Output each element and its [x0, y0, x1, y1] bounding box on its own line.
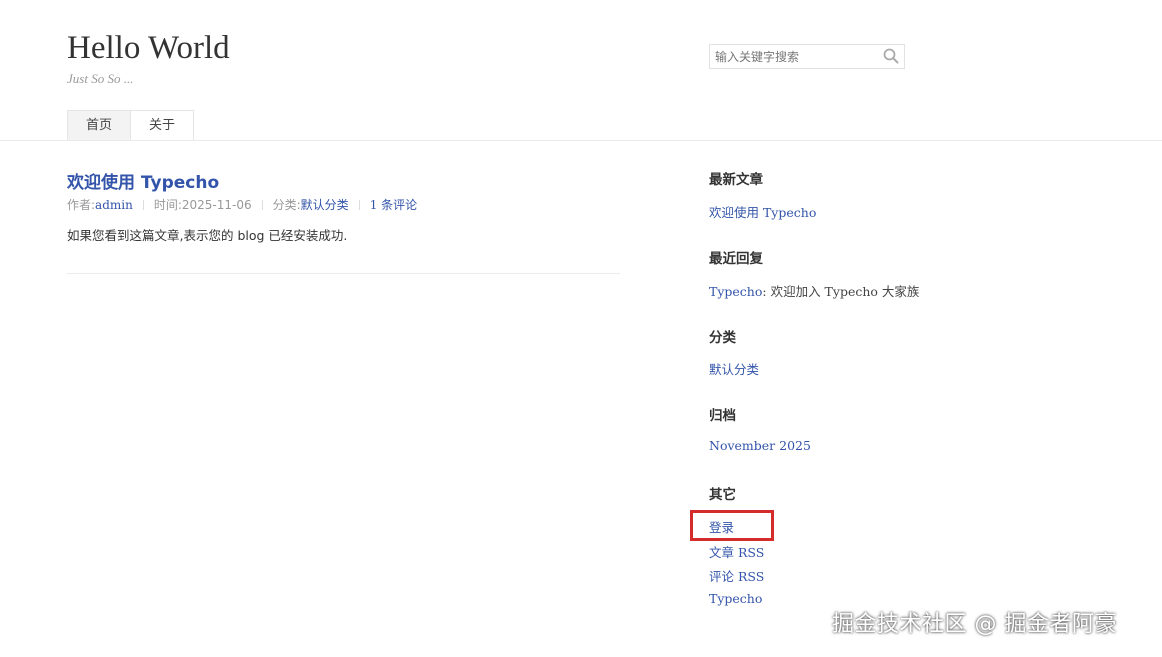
post-author-label: 作者:: [67, 198, 96, 212]
site-description: Just So So ...: [67, 71, 134, 86]
post-author-link[interactable]: admin: [95, 198, 133, 212]
widget-title-categories: 分类: [709, 330, 736, 346]
widget-title-archives: 归档: [709, 408, 736, 424]
widget-title-recent-posts: 最新文章: [709, 172, 763, 188]
watermark: 掘金技术社区 @ 掘金者阿豪: [832, 612, 1117, 637]
typecho-link[interactable]: Typecho: [709, 591, 762, 606]
recent-comment-author-link[interactable]: Typecho: [709, 284, 762, 299]
post-category-link[interactable]: 默认分类: [301, 196, 349, 213]
meta-separator: [358, 199, 360, 210]
search-icon: [883, 48, 899, 64]
recent-post-link[interactable]: 欢迎使用 Typecho: [709, 202, 816, 221]
post-category-label: 分类:: [272, 198, 301, 212]
meta-separator: [261, 199, 263, 210]
category-link-default[interactable]: 默认分类: [709, 359, 759, 378]
main-nav: 首页 关于: [67, 110, 195, 141]
header-divider: [0, 140, 1162, 141]
comments-rss-link[interactable]: 评论 RSS: [709, 566, 764, 585]
meta-separator: [142, 199, 144, 210]
recent-comment-item: Typecho: 欢迎加入 Typecho 大家族: [709, 281, 919, 300]
widget-title-recent-comments: 最近回复: [709, 251, 763, 267]
search-input[interactable]: [710, 45, 878, 68]
post-time-label: 时间:: [153, 198, 182, 212]
nav-item-home[interactable]: 首页: [67, 110, 131, 141]
search-button[interactable]: [881, 47, 901, 67]
login-highlight-box: [690, 510, 774, 541]
post-comments-link[interactable]: 1 条评论: [370, 196, 417, 213]
archive-link-november-2025[interactable]: November 2025: [709, 438, 811, 453]
post-title-link[interactable]: 欢迎使用 Typecho: [67, 168, 219, 193]
post-time: 2025-11-06: [181, 197, 252, 212]
post-divider: [67, 273, 620, 274]
recent-comment-text: : 欢迎加入 Typecho 大家族: [762, 284, 920, 299]
nav-item-about[interactable]: 关于: [130, 110, 195, 141]
post-content: 如果您看到这篇文章,表示您的 blog 已经安装成功.: [67, 228, 348, 243]
widget-title-misc: 其它: [709, 487, 736, 503]
post-meta: 作者: admin 时间: 2025-11-06 分类: 默认分类 1 条评论: [67, 196, 417, 213]
site-title[interactable]: Hello World: [67, 30, 230, 67]
search-form: [709, 44, 905, 69]
posts-rss-link[interactable]: 文章 RSS: [709, 542, 764, 561]
